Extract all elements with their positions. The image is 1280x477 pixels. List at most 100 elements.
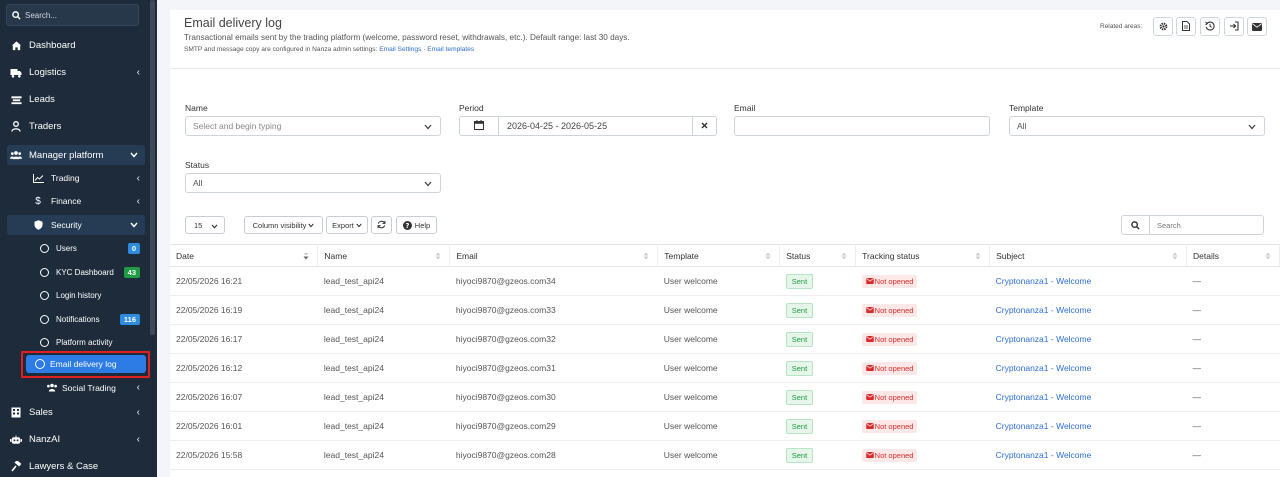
refresh-button[interactable] bbox=[371, 216, 392, 234]
sidebar-item-notifications[interactable]: Notifications 116 bbox=[30, 311, 150, 327]
sidebar-item-email-delivery-log[interactable]: Email delivery log bbox=[26, 355, 146, 373]
sidebar-item-manager-platform[interactable]: Manager platform bbox=[0, 145, 150, 165]
cell-subject-link[interactable]: Cryptonanza1 - Welcome bbox=[989, 324, 1187, 354]
table-header-row: Date Name Email Template Status Tracking… bbox=[170, 244, 1280, 267]
cell-tracking-status: Not opened bbox=[855, 382, 990, 412]
cell-details: — bbox=[1186, 266, 1280, 296]
cell-date: 22/05/2026 16:07 bbox=[170, 382, 318, 412]
sidebar-item-dashboard[interactable]: Dashboard bbox=[0, 37, 150, 54]
sidebar-item-users[interactable]: Users 0 bbox=[30, 240, 150, 256]
period-filter[interactable]: 2026-04-25 - 2026-05-25 bbox=[459, 116, 717, 136]
sidebar-scrollbar[interactable] bbox=[150, 0, 155, 335]
cell-name: lead_test_api24 bbox=[317, 324, 450, 354]
sidebar-item-leads[interactable]: Leads bbox=[0, 91, 150, 108]
column-header-date[interactable]: Date bbox=[170, 244, 319, 267]
circle-icon bbox=[38, 266, 50, 278]
related-document-button[interactable] bbox=[1176, 17, 1196, 36]
sort-icon bbox=[643, 252, 649, 262]
sidebar-item-traders[interactable]: Traders bbox=[0, 118, 150, 135]
column-header-details[interactable]: Details bbox=[1186, 244, 1280, 267]
tracking-label: Not opened bbox=[874, 392, 914, 402]
related-email-button[interactable] bbox=[1247, 17, 1267, 36]
name-filter-select[interactable]: Select and begin typing bbox=[185, 116, 441, 136]
cell-subject-link[interactable]: Cryptonanza1 - Welcome bbox=[989, 382, 1187, 412]
cell-status: Sent bbox=[779, 266, 856, 296]
tracking-label: Not opened bbox=[874, 363, 914, 373]
chevron-left-icon: ‹ bbox=[136, 434, 140, 445]
clear-period-button[interactable] bbox=[692, 117, 716, 135]
column-header-tracking-status[interactable]: Tracking status bbox=[855, 244, 991, 267]
column-header-name[interactable]: Name bbox=[317, 244, 451, 267]
settings-note: SMTP and message copy are configured in … bbox=[184, 46, 474, 53]
table-row[interactable]: 22/05/2026 16:19 lead_test_api24 hiyoci9… bbox=[170, 295, 1280, 325]
column-header-status[interactable]: Status bbox=[779, 244, 857, 267]
page-size-select[interactable]: 15 bbox=[185, 216, 225, 234]
tracking-label: Not opened bbox=[874, 450, 914, 460]
table-row[interactable]: 22/05/2026 16:21 lead_test_api24 hiyoci9… bbox=[170, 266, 1280, 296]
cell-tracking-status: Not opened bbox=[855, 324, 990, 354]
cell-name: lead_test_api24 bbox=[317, 411, 450, 441]
sidebar-item-nanzai[interactable]: NanzAI ‹ bbox=[0, 431, 150, 448]
table-row[interactable]: 22/05/2026 15:58 lead_test_api24 hiyoci9… bbox=[170, 440, 1280, 470]
name-filter-label: Name bbox=[185, 103, 208, 113]
cell-date: 22/05/2026 16:19 bbox=[170, 295, 318, 325]
sidebar-item-logistics[interactable]: Logistics ‹ bbox=[0, 64, 150, 81]
sidebar-item-sales[interactable]: Sales ‹ bbox=[0, 404, 150, 421]
table-search[interactable] bbox=[1121, 215, 1264, 235]
column-header-email[interactable]: Email bbox=[449, 244, 659, 267]
history-icon bbox=[1205, 18, 1215, 36]
sidebar-item-lawyers-case[interactable]: Lawyers & Case bbox=[0, 458, 150, 475]
cell-status: Sent bbox=[779, 411, 856, 441]
template-filter-select[interactable]: All bbox=[1009, 116, 1265, 136]
email-filter-input[interactable] bbox=[734, 116, 990, 136]
email-templates-link[interactable]: Email templates bbox=[427, 46, 474, 53]
tracking-badge: Not opened bbox=[861, 361, 918, 375]
tracking-badge: Not opened bbox=[861, 274, 918, 288]
status-badge: Sent bbox=[785, 447, 814, 463]
sidebar-search-input[interactable] bbox=[25, 10, 125, 20]
sidebar-item-label: Notifications bbox=[56, 314, 100, 324]
cell-template: User welcome bbox=[657, 440, 780, 470]
chevron-left-icon: ‹ bbox=[136, 407, 140, 418]
chevron-down-icon bbox=[211, 222, 218, 231]
help-button[interactable]: ? Help bbox=[396, 216, 437, 234]
table-search-input[interactable] bbox=[1157, 220, 1257, 230]
column-header-subject[interactable]: Subject bbox=[989, 244, 1187, 267]
sidebar-item-platform-activity[interactable]: Platform activity bbox=[30, 334, 150, 350]
cell-date: 22/05/2026 16:12 bbox=[170, 353, 318, 383]
sidebar-item-social-trading[interactable]: Social Trading ‹ bbox=[22, 380, 150, 395]
cell-email: hiyoci9870@gzeos.com30 bbox=[449, 382, 658, 412]
cell-subject-link[interactable]: Cryptonanza1 - Welcome bbox=[989, 295, 1187, 325]
cell-template: User welcome bbox=[657, 266, 780, 296]
related-settings-button[interactable] bbox=[1153, 17, 1173, 36]
sidebar-search[interactable] bbox=[6, 4, 139, 26]
sidebar-item-finance[interactable]: $ Finance ‹ bbox=[22, 193, 150, 209]
cell-subject-link[interactable]: Cryptonanza1 - Welcome bbox=[989, 411, 1187, 441]
cell-date: 22/05/2026 16:21 bbox=[170, 266, 318, 296]
calendar-button[interactable] bbox=[460, 117, 499, 135]
email-settings-link[interactable]: Email Settings bbox=[379, 46, 421, 53]
table-row[interactable]: 22/05/2026 16:17 lead_test_api24 hiyoci9… bbox=[170, 324, 1280, 354]
export-button[interactable]: Export bbox=[326, 216, 368, 234]
column-visibility-button[interactable]: Column visibility bbox=[244, 216, 323, 234]
sidebar-item-login-history[interactable]: Login history bbox=[30, 287, 150, 303]
sidebar-item-trading[interactable]: Trading ‹ bbox=[22, 170, 150, 186]
status-badge: Sent bbox=[785, 302, 814, 318]
table-row[interactable]: 22/05/2026 16:01 lead_test_api24 hiyoci9… bbox=[170, 411, 1280, 441]
cell-subject-link[interactable]: Cryptonanza1 - Welcome bbox=[989, 440, 1187, 470]
related-login-button[interactable] bbox=[1224, 17, 1244, 36]
table-row[interactable]: 22/05/2026 16:12 lead_test_api24 hiyoci9… bbox=[170, 353, 1280, 383]
envelope-icon bbox=[865, 365, 874, 371]
cell-status: Sent bbox=[779, 382, 856, 412]
sidebar-item-label: Email delivery log bbox=[50, 359, 117, 369]
status-filter-select[interactable]: All bbox=[185, 173, 441, 193]
related-history-button[interactable] bbox=[1200, 17, 1220, 36]
cell-subject-link[interactable]: Cryptonanza1 - Welcome bbox=[989, 266, 1187, 296]
sidebar-item-security[interactable]: Security bbox=[22, 217, 150, 233]
sidebar-item-kyc-dashboard[interactable]: KYC Dashboard 43 bbox=[30, 264, 150, 280]
column-header-template[interactable]: Template bbox=[657, 244, 781, 267]
cell-template: User welcome bbox=[657, 382, 780, 412]
circle-icon bbox=[38, 242, 50, 254]
table-row[interactable]: 22/05/2026 16:07 lead_test_api24 hiyoci9… bbox=[170, 382, 1280, 412]
cell-subject-link[interactable]: Cryptonanza1 - Welcome bbox=[989, 353, 1187, 383]
